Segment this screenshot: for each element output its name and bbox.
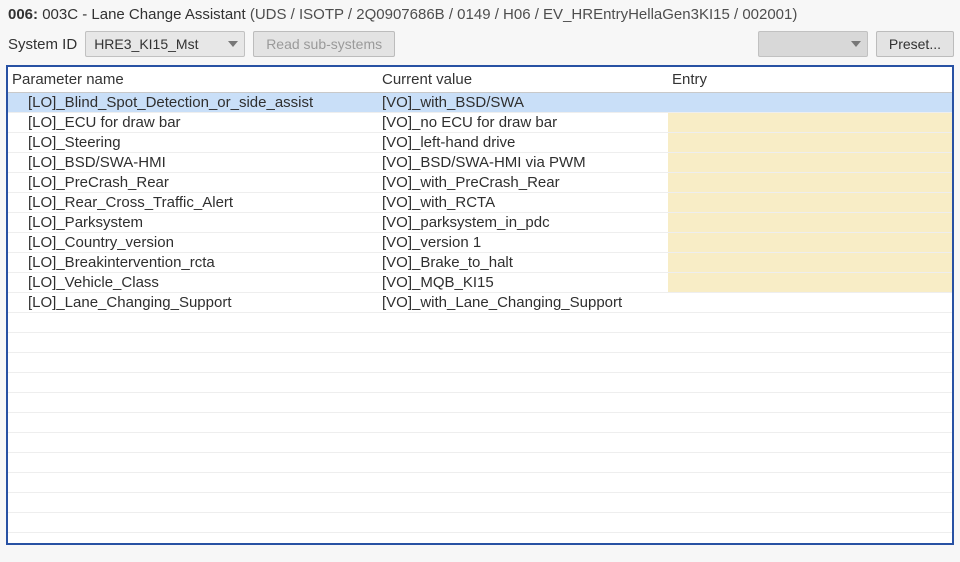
value-cell: [VO]_BSD/SWA-HMI via PWM	[378, 153, 668, 173]
entry-cell[interactable]	[668, 213, 952, 233]
table-row[interactable]: [LO]_PreCrash_Rear[VO]_with_PreCrash_Rea…	[8, 173, 952, 193]
param-cell: [LO]_Lane_Changing_Support	[8, 293, 378, 313]
table-row[interactable]: [LO]_Blind_Spot_Detection_or_side_assist…	[8, 93, 952, 113]
parameter-table-frame: Parameter name Current value Entry [LO]_…	[6, 65, 954, 545]
value-cell: [VO]_left-hand drive	[378, 133, 668, 153]
table-row[interactable]: [LO]_Lane_Changing_Support[VO]_with_Lane…	[8, 293, 952, 313]
system-id-select[interactable]: HRE3_KI15_Mst	[85, 31, 245, 57]
module-meta: (UDS / ISOTP / 2Q0907686B / 0149 / H06 /…	[250, 6, 798, 23]
table-row[interactable]: [LO]_Country_version[VO]_version 1	[8, 233, 952, 253]
table-header-row: Parameter name Current value Entry	[8, 67, 952, 93]
table-row-empty	[8, 413, 952, 433]
col-parameter-name[interactable]: Parameter name	[8, 67, 378, 93]
value-cell: [VO]_parksystem_in_pdc	[378, 213, 668, 233]
value-cell: [VO]_no ECU for draw bar	[378, 113, 668, 133]
table-row[interactable]: [LO]_Breakintervention_rcta[VO]_Brake_to…	[8, 253, 952, 273]
param-cell: [LO]_BSD/SWA-HMI	[8, 153, 378, 173]
entry-cell[interactable]	[668, 133, 952, 153]
table-row[interactable]: [LO]_Parksystem[VO]_parksystem_in_pdc	[8, 213, 952, 233]
entry-cell[interactable]	[668, 173, 952, 193]
entry-cell[interactable]	[668, 113, 952, 133]
entry-cell[interactable]	[668, 253, 952, 273]
chevron-down-icon	[851, 41, 861, 47]
table-row[interactable]: [LO]_ECU for draw bar[VO]_no ECU for dra…	[8, 113, 952, 133]
preset-button[interactable]: Preset...	[876, 31, 954, 57]
value-cell: [VO]_Brake_to_halt	[378, 253, 668, 273]
entry-cell[interactable]	[668, 193, 952, 213]
value-cell: [VO]_with_BSD/SWA	[378, 93, 668, 113]
table-row-empty	[8, 453, 952, 473]
table-row-empty	[8, 513, 952, 533]
entry-cell[interactable]	[668, 233, 952, 253]
param-cell: [LO]_Parksystem	[8, 213, 378, 233]
table-row[interactable]: [LO]_BSD/SWA-HMI[VO]_BSD/SWA-HMI via PWM	[8, 153, 952, 173]
table-row[interactable]: [LO]_Steering[VO]_left-hand drive	[8, 133, 952, 153]
preset-label: Preset...	[889, 36, 941, 52]
module-prefix: 006:	[8, 6, 38, 23]
param-cell: [LO]_Vehicle_Class	[8, 273, 378, 293]
table-row-empty	[8, 393, 952, 413]
module-title: 003C - Lane Change Assistant	[42, 6, 245, 23]
table-row-empty	[8, 333, 952, 353]
value-cell: [VO]_MQB_KI15	[378, 273, 668, 293]
col-entry[interactable]: Entry	[668, 67, 952, 93]
param-cell: [LO]_Blind_Spot_Detection_or_side_assist	[8, 93, 378, 113]
parameter-table: Parameter name Current value Entry [LO]_…	[8, 67, 952, 533]
param-cell: [LO]_Steering	[8, 133, 378, 153]
toolbar: System ID HRE3_KI15_Mst Read sub-systems…	[6, 29, 954, 65]
read-sub-systems-label: Read sub-systems	[266, 36, 382, 52]
value-cell: [VO]_with_Lane_Changing_Support	[378, 293, 668, 313]
table-row-empty	[8, 313, 952, 333]
chevron-down-icon	[228, 41, 238, 47]
read-sub-systems-button[interactable]: Read sub-systems	[253, 31, 395, 57]
param-cell: [LO]_Country_version	[8, 233, 378, 253]
table-row[interactable]: [LO]_Rear_Cross_Traffic_Alert[VO]_with_R…	[8, 193, 952, 213]
entry-cell[interactable]	[668, 93, 952, 113]
value-cell: [VO]_with_RCTA	[378, 193, 668, 213]
system-id-value: HRE3_KI15_Mst	[94, 36, 198, 52]
param-cell: [LO]_ECU for draw bar	[8, 113, 378, 133]
secondary-select[interactable]	[758, 31, 868, 57]
col-current-value[interactable]: Current value	[378, 67, 668, 93]
module-header: 006: 003C - Lane Change Assistant (UDS /…	[6, 4, 954, 29]
table-row[interactable]: [LO]_Vehicle_Class[VO]_MQB_KI15	[8, 273, 952, 293]
entry-cell[interactable]	[668, 153, 952, 173]
system-id-label: System ID	[8, 36, 77, 53]
value-cell: [VO]_with_PreCrash_Rear	[378, 173, 668, 193]
table-row-empty	[8, 433, 952, 453]
value-cell: [VO]_version 1	[378, 233, 668, 253]
table-row-empty	[8, 353, 952, 373]
table-row-empty	[8, 373, 952, 393]
param-cell: [LO]_Rear_Cross_Traffic_Alert	[8, 193, 378, 213]
param-cell: [LO]_Breakintervention_rcta	[8, 253, 378, 273]
table-row-empty	[8, 473, 952, 493]
param-cell: [LO]_PreCrash_Rear	[8, 173, 378, 193]
table-row-empty	[8, 493, 952, 513]
entry-cell[interactable]	[668, 293, 952, 313]
entry-cell[interactable]	[668, 273, 952, 293]
